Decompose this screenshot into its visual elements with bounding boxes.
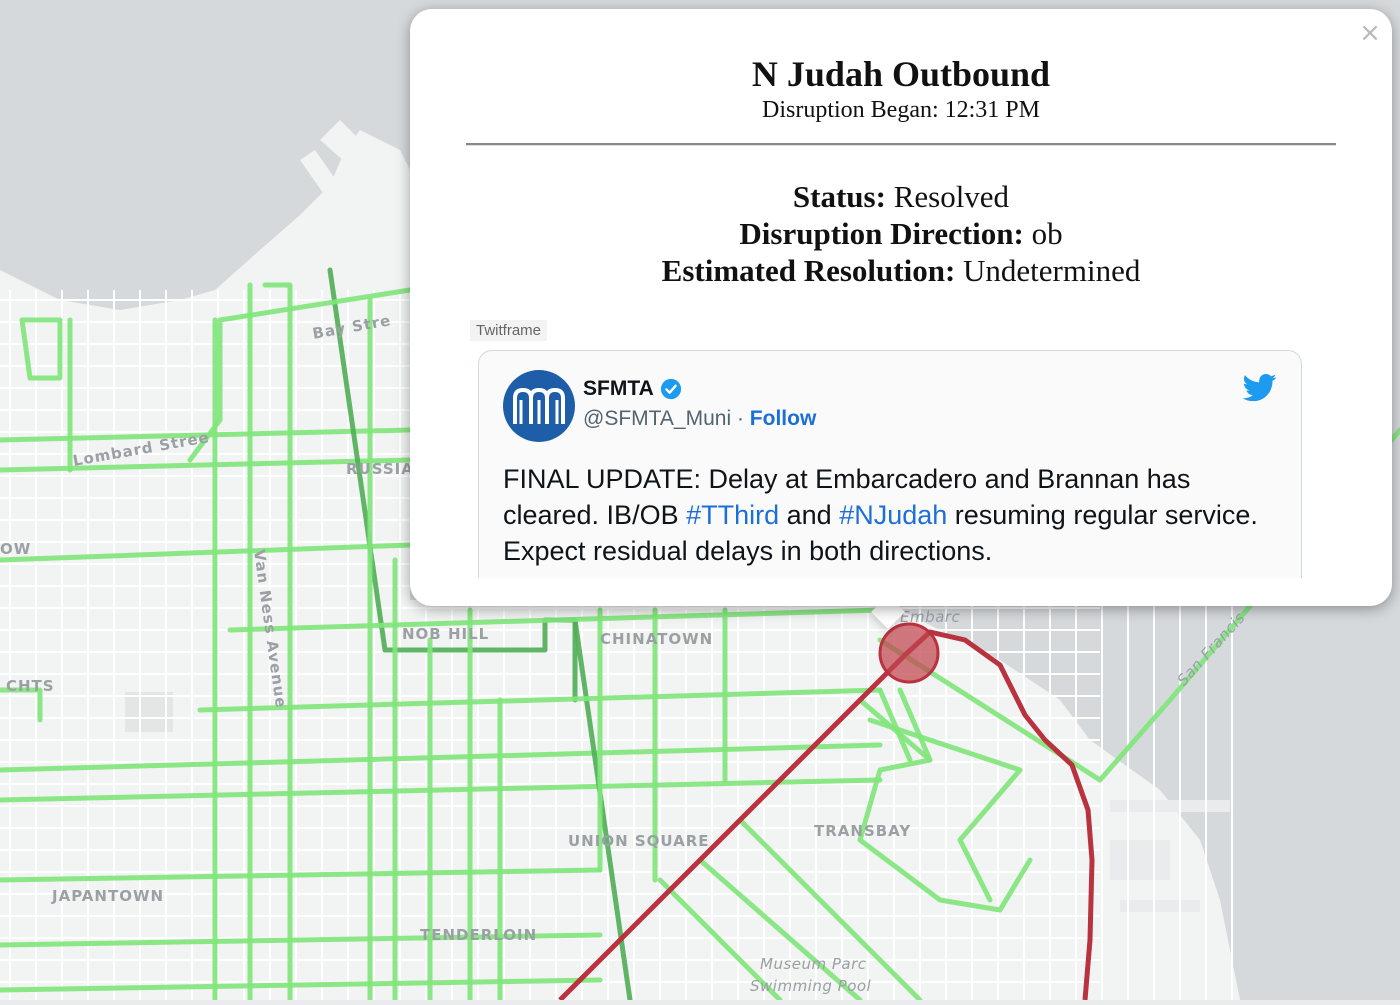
resolution-row: Estimated Resolution: Undetermined (410, 252, 1392, 289)
map-label-cow-hollow: OW (0, 540, 32, 558)
hashtag-tthird[interactable]: #TThird (686, 500, 779, 530)
status-label: Status: (792, 179, 886, 214)
popup-header: N Judah Outbound Disruption Began: 12:31 … (410, 9, 1392, 125)
direction-label: Disruption Direction: (739, 216, 1024, 251)
popup-subtitle: Disruption Began: 12:31 PM (410, 95, 1392, 125)
account-name-text[interactable]: SFMTA (583, 377, 654, 401)
twitframe-label: Twitframe (470, 320, 548, 341)
tweet-handle[interactable]: @SFMTA_Muni (583, 407, 731, 430)
direction-value: ob (1031, 216, 1063, 251)
map-label-nob-hill: NOB HILL (402, 625, 490, 643)
map-label-tenderloin: TENDERLOIN (420, 926, 538, 944)
map-label-russian-hill: RUSSIA (346, 460, 414, 478)
resolution-value: Undetermined (963, 253, 1141, 288)
hashtag-njudah[interactable]: #NJudah (839, 500, 947, 530)
tweet-embed[interactable]: SFMTA @SFMTA_Muni · Follow FINAL UPDATE:… (478, 350, 1304, 578)
close-icon[interactable]: × (1358, 20, 1382, 46)
tweet-account-name[interactable]: SFMTA (583, 377, 682, 401)
follow-button[interactable]: Follow (750, 407, 817, 430)
tweet-text-part2: and (779, 500, 840, 530)
disruption-popup: × N Judah Outbound Disruption Began: 12:3… (410, 9, 1392, 606)
status-value: Resolved (893, 179, 1010, 214)
popup-title: N Judah Outbound (751, 54, 1051, 94)
popup-divider (466, 143, 1336, 145)
disruption-began-value: 12:31 PM (944, 97, 1040, 123)
disruption-began-label: Disruption Began: (761, 97, 939, 123)
map-label-japantown: JAPANTOWN (52, 887, 165, 905)
map-label-heights: CHTS (6, 677, 55, 695)
sfmta-logo-icon[interactable] (503, 370, 575, 442)
handle-separator: · (731, 407, 750, 430)
status-row: Status: Resolved (410, 178, 1392, 215)
status-block: Status: Resolved Disruption Direction: o… (410, 178, 1392, 289)
resolution-label: Estimated Resolution: (661, 253, 956, 288)
verified-badge-icon (660, 378, 681, 400)
map-label-transbay: TRANSBAY (814, 822, 912, 840)
tweet-handle-row: @SFMTA_Muni · Follow (583, 407, 816, 431)
disruption-marker[interactable] (878, 622, 940, 684)
twitter-bird-icon[interactable] (1243, 373, 1277, 403)
map-label-embarcadero: Embarc (900, 608, 961, 626)
map-label-swimming-pool: Swimming Pool (750, 977, 872, 995)
direction-row: Disruption Direction: ob (410, 215, 1392, 252)
map-label-museum-park: Museum Parc (760, 955, 867, 973)
map-label-chinatown: CHINATOWN (600, 630, 714, 648)
tweet-text: FINAL UPDATE: Delay at Embarcadero and B… (503, 461, 1273, 569)
tweet-card[interactable]: SFMTA @SFMTA_Muni · Follow FINAL UPDATE:… (478, 350, 1302, 578)
map-label-union-square: UNION SQUARE (568, 832, 710, 850)
